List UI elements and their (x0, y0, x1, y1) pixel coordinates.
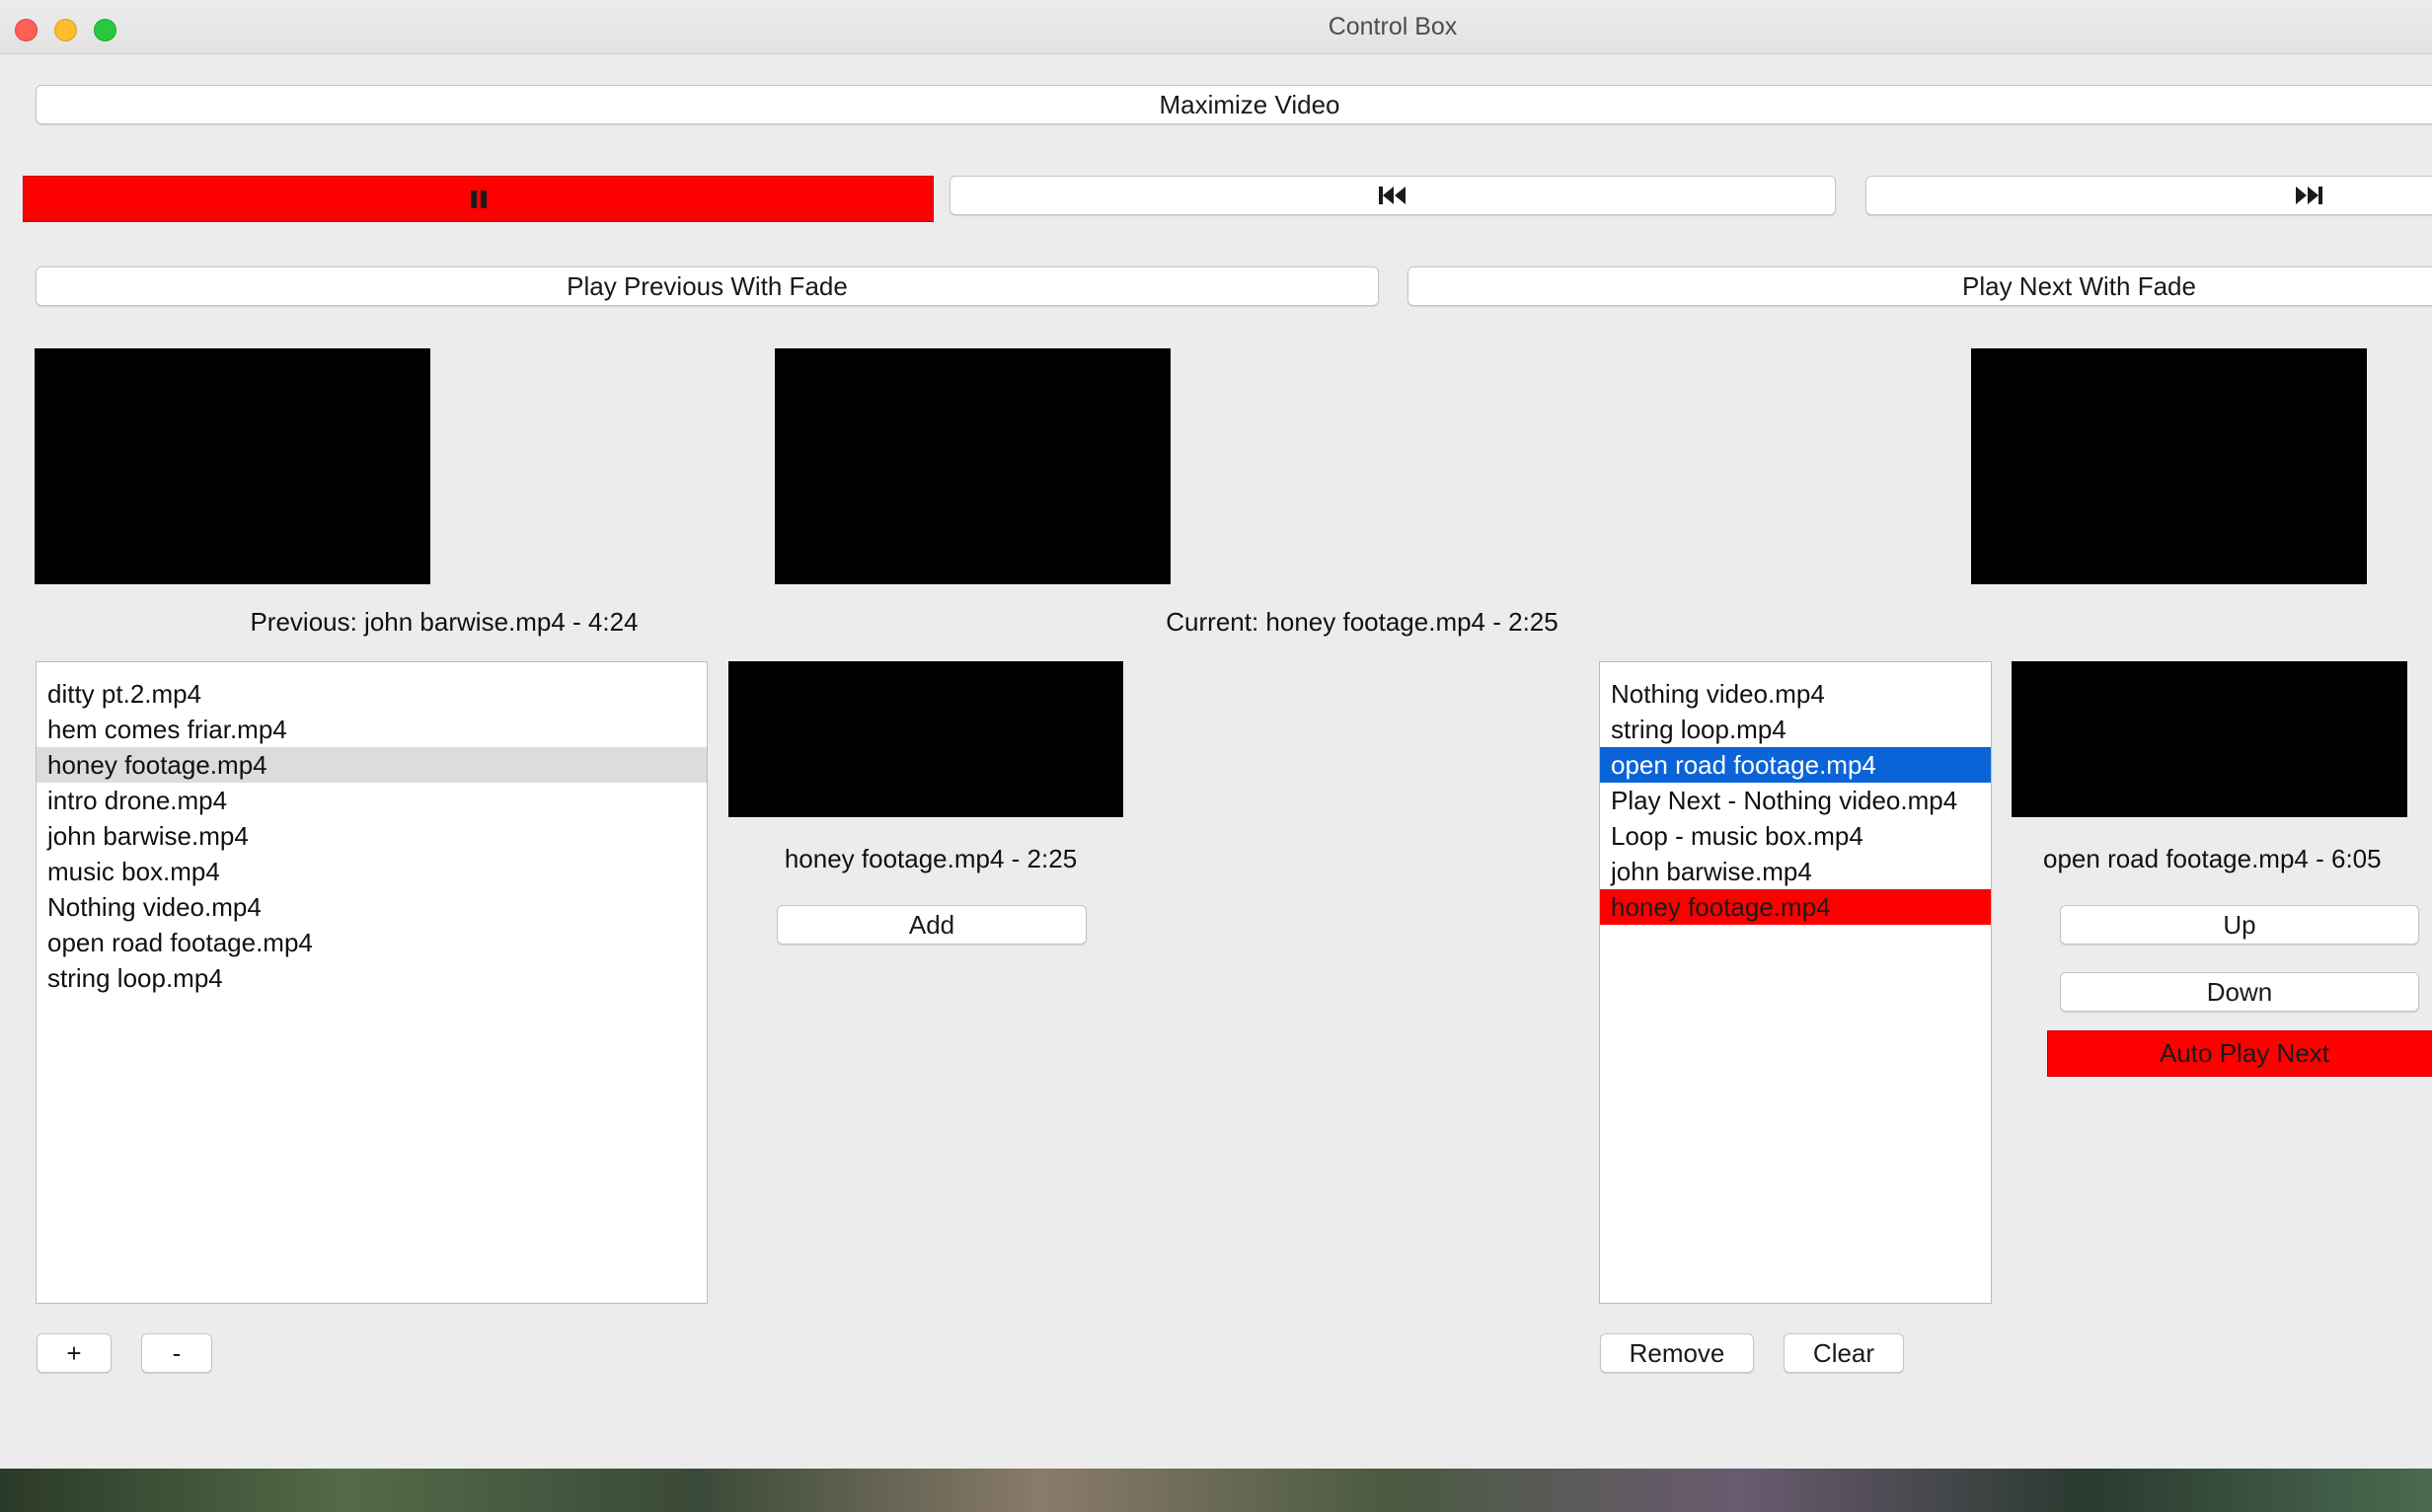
previous-video-preview (35, 348, 430, 584)
desktop-wallpaper-bottom (0, 1469, 2432, 1512)
move-up-button[interactable]: Up (2060, 905, 2419, 945)
skip-previous-button[interactable] (950, 176, 1836, 215)
skip-next-icon (2294, 186, 2323, 205)
library-selection-preview (728, 661, 1123, 817)
current-video-preview (775, 348, 1171, 584)
library-list-item[interactable]: hem comes friar.mp4 (37, 712, 707, 747)
auto-play-next-toggle[interactable]: Auto Play Next (2047, 1030, 2432, 1077)
move-down-button[interactable]: Down (2060, 972, 2419, 1012)
queue-list-item[interactable]: john barwise.mp4 (1600, 854, 1991, 889)
skip-previous-icon (1378, 186, 1407, 205)
remove-file-button[interactable]: - (141, 1333, 212, 1373)
queue-list-item-selected[interactable]: open road footage.mp4 (1600, 747, 1991, 783)
library-list-item[interactable]: john barwise.mp4 (37, 818, 707, 854)
control-box-window: Control Box Maximize Video Play Previous… (0, 0, 2432, 1469)
remove-from-queue-button[interactable]: Remove (1600, 1333, 1754, 1373)
clear-queue-button[interactable]: Clear (1784, 1333, 1904, 1373)
current-video-label: Current: honey footage.mp4 - 2:25 (1166, 607, 1558, 637)
next-video-preview (1971, 348, 2367, 584)
library-selection-caption: honey footage.mp4 - 2:25 (784, 844, 1078, 873)
queue-list-item-playing[interactable]: honey footage.mp4 (1600, 889, 1991, 925)
queue-list-item[interactable]: Nothing video.mp4 (1600, 676, 1991, 712)
queue-list[interactable]: Nothing video.mp4 string loop.mp4 open r… (1599, 661, 1992, 1304)
library-list-item-selected[interactable]: honey footage.mp4 (37, 747, 707, 783)
add-file-button[interactable]: + (37, 1333, 112, 1373)
play-previous-with-fade-button[interactable]: Play Previous With Fade (36, 266, 1379, 306)
skip-next-button[interactable] (1865, 176, 2432, 215)
library-list-item[interactable]: string loop.mp4 (37, 960, 707, 996)
window-title: Control Box (1328, 13, 1458, 40)
library-list-item[interactable]: music box.mp4 (37, 854, 707, 889)
library-list-item[interactable]: Nothing video.mp4 (37, 889, 707, 925)
play-next-with-fade-button[interactable]: Play Next With Fade (1407, 266, 2432, 306)
queue-list-item[interactable]: Loop - music box.mp4 (1600, 818, 1991, 854)
maximize-video-button[interactable]: Maximize Video (36, 85, 2432, 124)
previous-video-label: Previous: john barwise.mp4 - 4:24 (250, 607, 639, 637)
library-list-item[interactable]: intro drone.mp4 (37, 783, 707, 818)
play-pause-button[interactable] (23, 176, 934, 222)
pause-icon (468, 189, 490, 209)
library-list-item[interactable]: ditty pt.2.mp4 (37, 676, 707, 712)
queue-selection-caption: open road footage.mp4 - 6:05 (2043, 844, 2382, 873)
add-to-queue-button[interactable]: Add (777, 905, 1087, 945)
title-bar[interactable]: Control Box (0, 0, 2432, 54)
queue-list-item[interactable]: Play Next - Nothing video.mp4 (1600, 783, 1991, 818)
library-list-item[interactable]: open road footage.mp4 (37, 925, 707, 960)
library-list[interactable]: ditty pt.2.mp4 hem comes friar.mp4 honey… (36, 661, 708, 1304)
queue-selection-preview (2012, 661, 2407, 817)
queue-list-item[interactable]: string loop.mp4 (1600, 712, 1991, 747)
